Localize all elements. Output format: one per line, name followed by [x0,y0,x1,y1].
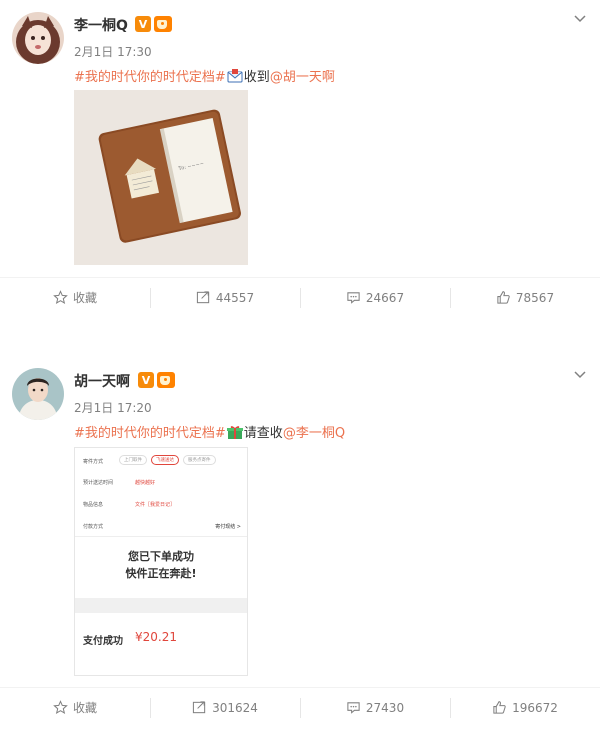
comment-button[interactable]: 24667 [300,278,450,317]
favorite-button[interactable]: 收藏 [0,688,150,727]
favorite-label: 收藏 [72,701,97,715]
comment-count: 24667 [365,290,405,305]
gift-icon [226,425,243,439]
star-icon [53,290,68,304]
payment-amount: ¥20.21 [135,630,177,644]
repost-count: 44557 [215,290,255,305]
repost-count: 301624 [212,700,258,715]
ship-option: 服务点寄件 [183,455,216,465]
post-image[interactable]: 寄件方式 上门取件 飞速送达 服务点寄件 预计送达时间 越快越好 物品信息 文件… [74,447,248,676]
like-button[interactable]: 196672 [450,688,600,727]
favorite-label: 收藏 [72,291,97,305]
order-row-label: 寄件方式 [83,459,104,465]
thumbs-up-icon [493,701,506,714]
post-divider [0,318,600,356]
post-text: #我的时代你的时代定档# 收到@胡一天啊 [74,66,335,85]
chevron-down-icon[interactable] [574,12,586,24]
order-row-value: 寄付现结 > [215,524,241,530]
comment-icon [347,702,360,714]
fan-badge-icon [154,16,172,32]
weibo-post: 胡一天啊 V 2月1日 17:20 #我的时代你的时代定档# 请查收@李一桐Q 寄… [0,356,600,736]
comment-icon [347,292,360,304]
post-time[interactable]: 2月1日 17:20 [74,399,152,416]
repost-icon [192,701,206,714]
divider [75,536,247,537]
verified-badges: V [138,372,175,388]
ship-options: 上门取件 飞速送达 服务点寄件 [119,455,216,465]
star-icon [53,700,68,714]
ship-option-selected: 飞速送达 [151,455,179,465]
action-bar: 收藏 301624 27430 196672 [0,687,600,727]
envelope-icon [227,69,243,83]
order-card: 寄件方式 上门取件 飞速送达 服务点寄件 预计送达时间 越快越好 物品信息 文件… [75,448,247,598]
fan-badge-icon [157,372,175,388]
hashtag-link[interactable]: #我的时代你的时代定档# [74,426,226,441]
repost-icon [196,291,210,304]
payment-card: 支付成功 ¥20.21 [75,613,247,675]
order-row-label: 预计送达时间 [83,480,114,486]
hashtag-link[interactable]: #我的时代你的时代定档# [74,70,226,85]
ship-option: 上门取件 [119,455,147,465]
mention-link[interactable]: @李一桐Q [283,426,345,441]
mention-link[interactable]: @胡一天啊 [270,70,335,85]
post-image[interactable]: To: ~~~~ [74,90,248,265]
post-body: 收到 [243,70,270,85]
post-time[interactable]: 2月1日 17:30 [74,43,152,60]
comment-count: 27430 [365,700,405,715]
repost-button[interactable]: 301624 [150,688,300,727]
order-row-label: 物品信息 [83,502,104,508]
order-row-value: 越快越好 [135,480,156,486]
verified-icon: V [135,16,151,32]
like-count: 78567 [515,290,555,305]
payment-label: 支付成功 [83,636,123,647]
order-message: 您已下单成功 [128,550,194,563]
favorite-button[interactable]: 收藏 [0,278,150,317]
order-row-value: 文件［我爱日记］ [135,502,176,508]
repost-button[interactable]: 44557 [150,278,300,317]
like-count: 196672 [512,700,558,715]
weibo-post: 李一桐Q V 2月1日 17:30 #我的时代你的时代定档# 收到@胡一天啊 To… [0,0,600,318]
action-bar: 收藏 44557 24667 78567 [0,277,600,317]
post-body: 请查收 [243,426,283,441]
verified-icon: V [138,372,154,388]
verified-badges: V [135,16,172,32]
order-row-label: 付款方式 [83,524,104,530]
thumbs-up-icon [497,291,510,304]
user-avatar[interactable] [12,12,64,64]
post-text: #我的时代你的时代定档# 请查收@李一桐Q [74,422,345,441]
comment-button[interactable]: 27430 [300,688,450,727]
order-message: 快件正在奔赴! [125,567,197,580]
username[interactable]: 胡一天啊 [74,371,130,391]
user-avatar[interactable] [12,368,64,420]
username[interactable]: 李一桐Q [74,15,128,35]
chevron-down-icon[interactable] [574,368,586,380]
like-button[interactable]: 78567 [450,278,600,317]
